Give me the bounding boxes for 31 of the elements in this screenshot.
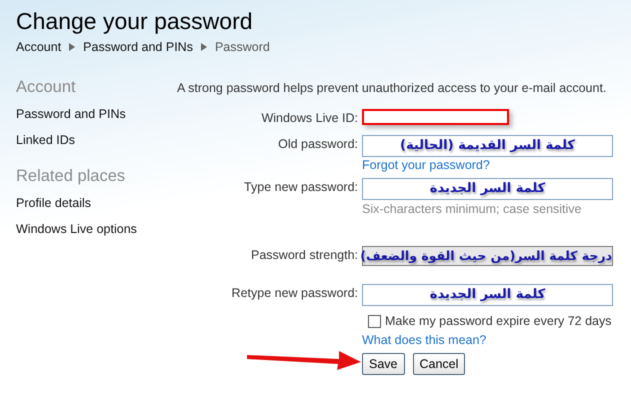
- input-field[interactable]: كلمة السر الجديدة: [362, 284, 613, 306]
- breadcrumb-link[interactable]: Account: [16, 40, 62, 54]
- breadcrumb-separator-icon: [69, 43, 76, 51]
- strength-meter: درجة كلمة السر(من حيث القوة والضعف): [362, 246, 613, 266]
- field-label: Retype new password:: [230, 285, 358, 300]
- field-label: Windows Live ID:: [260, 110, 358, 125]
- sidebar-heading: Related places: [16, 167, 126, 186]
- input-field[interactable]: كلمة السر القديمة (الحالية): [362, 135, 613, 157]
- form-button[interactable]: Save: [362, 353, 404, 375]
- sidebar-link[interactable]: Linked IDs: [16, 133, 177, 147]
- page-title: Change your password: [16, 7, 254, 35]
- checkbox-label: Make my password expire every 72 days: [385, 314, 612, 328]
- sidebar-link[interactable]: Password and PINs: [16, 107, 177, 121]
- breadcrumb-current: Password: [214, 40, 270, 54]
- field-label: Old password:: [277, 136, 358, 151]
- arrow-icon: [247, 350, 361, 370]
- hint-text: Six-characters minimum; case sensitive: [362, 202, 582, 216]
- sidebar-link[interactable]: Windows Live options: [16, 222, 177, 236]
- field-label: Type new password:: [243, 179, 358, 194]
- checkbox[interactable]: [368, 314, 381, 328]
- field-label: Password strength:: [250, 247, 358, 262]
- input-field[interactable]: [362, 109, 509, 125]
- sidebar-heading: Account: [16, 78, 77, 97]
- form-button[interactable]: Cancel: [412, 353, 466, 375]
- sidebar-link[interactable]: Profile details: [16, 196, 177, 210]
- input-field[interactable]: كلمة السر الجديدة: [362, 178, 613, 200]
- breadcrumb-separator-icon: [200, 43, 207, 51]
- intro-text: A strong password helps prevent unauthorized access to your e-mail account.: [177, 81, 608, 95]
- breadcrumb-link[interactable]: Password and PINs: [83, 40, 193, 54]
- help-link[interactable]: What does this mean?: [362, 333, 486, 347]
- forgot-password-link[interactable]: Forgot your password?: [362, 158, 490, 172]
